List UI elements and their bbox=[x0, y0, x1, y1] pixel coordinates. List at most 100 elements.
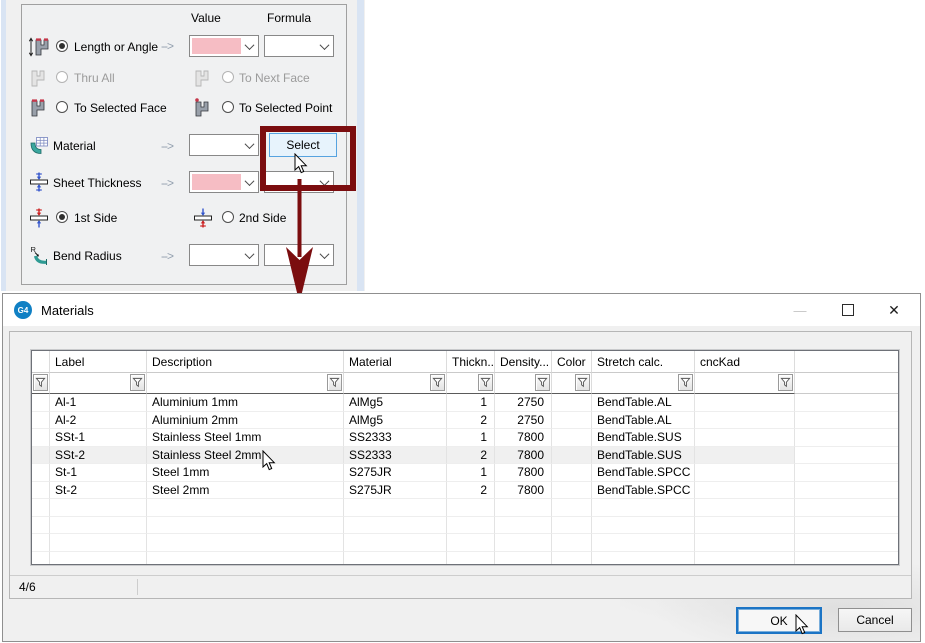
table-cell: S275JR bbox=[344, 464, 447, 482]
table-cell bbox=[552, 517, 592, 535]
table-cell bbox=[695, 534, 795, 552]
table-cell bbox=[50, 534, 147, 552]
column-header-label[interactable]: Label bbox=[50, 351, 147, 373]
table-cell: St-1 bbox=[50, 464, 147, 482]
column-header-stretch-calc[interactable]: Stretch calc. bbox=[592, 351, 695, 373]
close-button[interactable]: ✕ bbox=[880, 299, 908, 321]
filter-cell-cnckad[interactable] bbox=[695, 373, 795, 394]
filter-funnel-icon[interactable] bbox=[33, 374, 48, 391]
ok-button[interactable]: OK bbox=[736, 607, 822, 634]
first-side-radio[interactable] bbox=[56, 211, 68, 223]
table-cell bbox=[344, 499, 447, 517]
row-indicator-cell bbox=[32, 464, 50, 482]
table-empty-row bbox=[32, 517, 898, 535]
table-cell bbox=[50, 517, 147, 535]
chevron-down-icon bbox=[241, 36, 258, 56]
table-cell: SS2333 bbox=[344, 429, 447, 447]
chevron-down-icon bbox=[316, 36, 333, 56]
table-row[interactable]: Al-1Aluminium 1mmAlMg512750BendTable.AL bbox=[32, 394, 898, 412]
filter-funnel-icon[interactable] bbox=[535, 374, 550, 391]
table-empty-row bbox=[32, 499, 898, 517]
table-cell: 7800 bbox=[495, 482, 552, 500]
table-cell: 7800 bbox=[495, 464, 552, 482]
length-formula-combobox[interactable] bbox=[264, 35, 334, 57]
filter-funnel-icon[interactable] bbox=[327, 374, 342, 391]
maximize-button[interactable] bbox=[834, 299, 862, 321]
column-header-density[interactable]: Density... bbox=[495, 351, 552, 373]
material-icon bbox=[28, 134, 50, 156]
mouse-cursor bbox=[262, 450, 276, 471]
table-cell: 7800 bbox=[495, 447, 552, 465]
table-cell: SSt-1 bbox=[50, 429, 147, 447]
table-cell bbox=[795, 499, 898, 517]
material-combobox[interactable] bbox=[189, 134, 259, 156]
table-row[interactable]: SSt-1Stainless Steel 1mmSS233317800BendT… bbox=[32, 429, 898, 447]
table-cell bbox=[695, 552, 795, 566]
column-header-description[interactable]: Description bbox=[147, 351, 344, 373]
table-row[interactable]: St-1Steel 1mmS275JR17800BendTable.SPCC bbox=[32, 464, 898, 482]
table-cell: 1 bbox=[447, 394, 495, 412]
to-selected-face-icon bbox=[28, 97, 50, 119]
column-header-material[interactable]: Material bbox=[344, 351, 447, 373]
table-cell bbox=[695, 499, 795, 517]
table-cell bbox=[695, 394, 795, 412]
filter-cell-stretch-calc[interactable] bbox=[592, 373, 695, 394]
filter-cell-material[interactable] bbox=[344, 373, 447, 394]
materials-table: LabelDescriptionMaterialThickn...Density… bbox=[31, 350, 899, 565]
filter-cell[interactable] bbox=[795, 373, 898, 394]
table-cell bbox=[552, 534, 592, 552]
dialog-titlebar[interactable]: G4 Materials bbox=[3, 294, 920, 326]
table-header-row: LabelDescriptionMaterialThickn...Density… bbox=[32, 351, 898, 373]
filter-funnel-icon[interactable] bbox=[678, 374, 693, 391]
filter-funnel-icon[interactable] bbox=[478, 374, 493, 391]
table-row[interactable]: St-2Steel 2mmS275JR27800BendTable.SPCC bbox=[32, 482, 898, 500]
maps-to-arrow: --> bbox=[161, 249, 173, 263]
filter-cell-label[interactable] bbox=[50, 373, 147, 394]
table-cell bbox=[795, 552, 898, 566]
filter-cell-density[interactable] bbox=[495, 373, 552, 394]
table-cell: Stainless Steel 2mm bbox=[147, 447, 344, 465]
table-cell bbox=[344, 517, 447, 535]
filter-funnel-icon[interactable] bbox=[130, 374, 145, 391]
table-row[interactable]: SSt-2Stainless Steel 2mmSS233327800BendT… bbox=[32, 447, 898, 465]
to-selected-face-radio[interactable] bbox=[56, 101, 68, 113]
table-cell bbox=[795, 464, 898, 482]
cancel-button[interactable]: Cancel bbox=[838, 608, 912, 632]
table-cell bbox=[447, 552, 495, 566]
table-cell: 1 bbox=[447, 429, 495, 447]
column-header-thickn[interactable]: Thickn... bbox=[447, 351, 495, 373]
filter-cell[interactable] bbox=[32, 373, 50, 394]
filter-cell-description[interactable] bbox=[147, 373, 344, 394]
formula-column-header: Formula bbox=[267, 11, 311, 25]
filter-funnel-icon[interactable] bbox=[430, 374, 445, 391]
filter-cell-color[interactable] bbox=[552, 373, 592, 394]
table-cell bbox=[592, 534, 695, 552]
table-cell: Al-2 bbox=[50, 412, 147, 430]
minimize-button[interactable]: — bbox=[786, 299, 814, 321]
filter-cell-thickn[interactable] bbox=[447, 373, 495, 394]
length-value-combobox[interactable] bbox=[189, 35, 259, 57]
table-cell bbox=[695, 429, 795, 447]
mouse-cursor bbox=[795, 614, 809, 635]
filter-funnel-icon[interactable] bbox=[778, 374, 793, 391]
column-header-color[interactable]: Color bbox=[552, 351, 592, 373]
table-row[interactable]: Al-2Aluminium 2mmAlMg522750BendTable.AL bbox=[32, 412, 898, 430]
filter-funnel-icon[interactable] bbox=[575, 374, 590, 391]
table-cell: BendTable.AL bbox=[592, 394, 695, 412]
materials-dialog: G4 Materials — ✕ LabelDescriptionMateria… bbox=[2, 293, 921, 642]
second-side-radio[interactable] bbox=[222, 211, 234, 223]
table-cell: Aluminium 2mm bbox=[147, 412, 344, 430]
bend-radius-value-combobox[interactable] bbox=[189, 244, 259, 266]
sheet-thickness-icon bbox=[28, 171, 50, 193]
column-header-cnckad[interactable]: cncKad bbox=[695, 351, 795, 373]
table-cell bbox=[795, 482, 898, 500]
sheet-thickness-value-combobox[interactable] bbox=[189, 171, 259, 193]
thru-all-icon bbox=[28, 67, 50, 89]
table-cell bbox=[344, 552, 447, 566]
length-or-angle-radio[interactable] bbox=[56, 40, 68, 52]
table-cell bbox=[592, 517, 695, 535]
table-cell: BendTable.AL bbox=[592, 412, 695, 430]
form-row-length-or-angle: Length or Angle --> bbox=[22, 35, 346, 59]
to-selected-point-radio[interactable] bbox=[222, 101, 234, 113]
form-row-to-selected-face: To Selected Face To Selected Point bbox=[22, 96, 346, 120]
